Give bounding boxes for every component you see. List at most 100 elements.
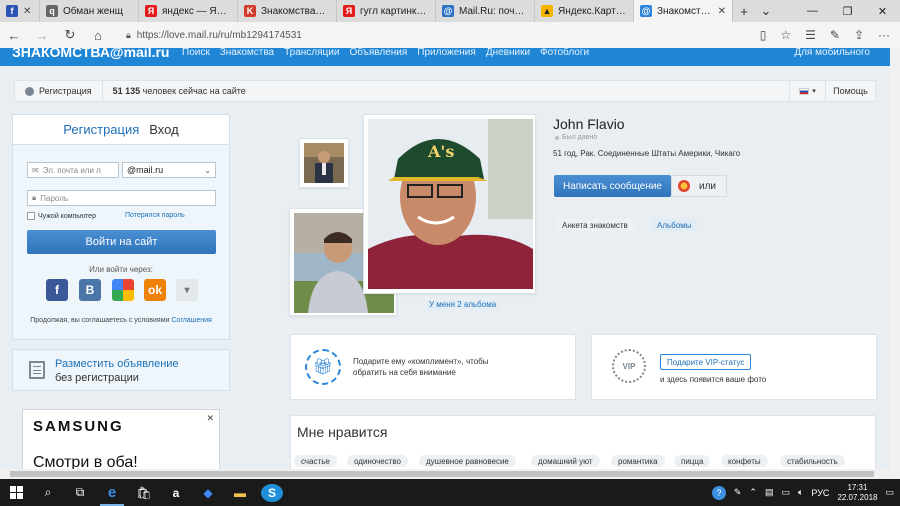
albums-link[interactable]: У меня 2 альбома: [427, 300, 499, 309]
horizontal-scrollbar[interactable]: [0, 469, 888, 479]
menu-item-photoblogs[interactable]: Фотоблоги: [540, 48, 589, 58]
volume-icon[interactable]: 🔈︎: [798, 487, 803, 498]
clock[interactable]: 17:31 22.07.2018: [837, 483, 877, 503]
like-chip[interactable]: домашний уют: [531, 455, 600, 467]
write-message-button[interactable]: Написать сообщение: [554, 175, 671, 197]
home-icon[interactable]: ⌂: [84, 28, 112, 43]
search-icon[interactable]: ⌕: [32, 479, 64, 506]
like-chip[interactable]: пицца: [674, 455, 711, 467]
tab-login[interactable]: Вход: [149, 122, 178, 137]
vertical-scrollbar[interactable]: [890, 48, 900, 478]
close-window-icon[interactable]: ✕: [865, 0, 900, 22]
more-icon[interactable]: ···: [878, 28, 890, 42]
dropbox-icon[interactable]: ◆: [192, 479, 224, 506]
amazon-icon[interactable]: a: [160, 479, 192, 506]
facebook-icon[interactable]: f: [46, 279, 68, 301]
password-field[interactable]: 🔒︎ Пароль: [27, 190, 216, 206]
help-icon[interactable]: ?: [711, 485, 726, 500]
browser-tab-active[interactable]: @ Знакомства@ ✕: [634, 0, 733, 22]
likes-title: Мне нравится: [297, 424, 388, 440]
like-chip[interactable]: счастье: [294, 455, 337, 467]
like-chip[interactable]: конфеты: [721, 455, 768, 467]
like-chip[interactable]: душевное равновесие: [419, 455, 516, 467]
favorite-star-icon[interactable]: ☆: [780, 28, 791, 42]
store-icon[interactable]: 🛍︎: [128, 479, 160, 506]
close-tab-icon[interactable]: ✕: [23, 6, 31, 17]
browser-tab[interactable]: f ✕: [0, 0, 40, 22]
profile-thumbnail-1[interactable]: [299, 138, 349, 188]
reading-view-icon[interactable]: ▯: [760, 28, 767, 42]
google-icon[interactable]: [112, 279, 134, 301]
battery-icon[interactable]: ▭: [781, 487, 790, 498]
chevron-down-icon[interactable]: ⌄: [755, 0, 777, 22]
browser-tab[interactable]: Я гугл картинки — Я: [337, 0, 436, 22]
site-sub-bar: Регистрация 51 135 человек сейчас на сай…: [14, 80, 876, 102]
new-tab-icon[interactable]: +: [733, 0, 755, 22]
foreign-pc-checkbox[interactable]: Чужой компьютер: [27, 212, 96, 220]
post-announcement-card[interactable]: Разместить объявление без регистрации: [12, 349, 230, 391]
windows-start-icon[interactable]: [0, 479, 32, 506]
close-ad-icon[interactable]: ✕: [206, 413, 214, 424]
pen-icon[interactable]: ✎: [734, 487, 742, 498]
site-favicon-icon: q: [46, 5, 58, 17]
login-submit-button[interactable]: Войти на сайт: [27, 230, 216, 254]
close-tab-icon[interactable]: ✕: [718, 6, 726, 17]
browser-tab[interactable]: q Обман женщ: [40, 0, 139, 22]
menu-item-diaries[interactable]: Дневники: [486, 48, 530, 58]
profile-main-photo[interactable]: A's: [363, 114, 536, 294]
forgot-password-link[interactable]: Потерялся пароль: [125, 212, 185, 219]
samsung-ad[interactable]: ✕ SAMSUNG Смотри в оба!: [22, 409, 220, 471]
menu-item-broadcasts[interactable]: Трансляции: [284, 48, 339, 58]
gift-button[interactable]: или: [671, 175, 727, 197]
email-field[interactable]: ✉ Эл. почта или л: [27, 162, 119, 178]
compliment-card[interactable]: 🎁︎ Подарите ему «комплимент», чтобы обра…: [290, 334, 576, 400]
last-seen-status: Был давно: [555, 134, 597, 141]
skype-icon[interactable]: S: [261, 483, 283, 502]
minimize-icon[interactable]: —: [795, 0, 830, 22]
favorites-icon[interactable]: ☰: [805, 28, 816, 42]
odnoklassniki-icon[interactable]: ok: [144, 279, 166, 301]
browser-tab[interactable]: K Знакомства@mail: [238, 0, 337, 22]
browser-tab[interactable]: @ Mail.Ru: почта, пои: [436, 0, 535, 22]
menu-item-apps[interactable]: Приложения: [417, 48, 476, 58]
offline-dot-icon: [555, 135, 559, 140]
refresh-icon[interactable]: ↻: [56, 27, 84, 43]
more-socials-chevron-icon[interactable]: ▾: [176, 279, 198, 301]
gift-vip-button[interactable]: Подарите VIP-статус: [660, 354, 752, 370]
file-explorer-icon[interactable]: ▬: [224, 479, 256, 506]
vk-icon[interactable]: В: [79, 279, 101, 301]
maximize-icon[interactable]: ❐: [830, 0, 865, 22]
terms-link[interactable]: Соглашения: [171, 317, 211, 324]
help-link[interactable]: Помощь: [825, 81, 875, 101]
back-icon[interactable]: ←: [0, 28, 28, 43]
menu-item-search[interactable]: Поиск: [182, 48, 210, 58]
menu-item-ads[interactable]: Объявления: [349, 48, 407, 58]
forward-icon[interactable]: →: [28, 28, 56, 43]
menu-item-dating[interactable]: Знакомства: [220, 48, 274, 58]
browser-tab[interactable]: ▲ Яндекс.Картинки:: [535, 0, 634, 22]
tab-albums[interactable]: Альбомы: [651, 219, 698, 231]
domain-select[interactable]: @mail.ru ⌄: [122, 162, 216, 178]
network-icon[interactable]: ▤: [765, 487, 774, 498]
like-chip[interactable]: романтика: [611, 455, 665, 467]
notifications-icon[interactable]: ▭: [885, 487, 894, 498]
tab-dating-profile[interactable]: Анкета знакомств: [556, 219, 634, 231]
chevron-up-icon[interactable]: ⌃: [749, 487, 757, 498]
edge-browser-icon[interactable]: e: [96, 479, 128, 506]
vip-card[interactable]: VIP Подарите VIP-статус и здесь появится…: [591, 334, 877, 400]
pen-icon[interactable]: ✎: [830, 28, 840, 42]
like-chip[interactable]: стабильность: [780, 455, 845, 467]
site-logo[interactable]: ЗНАКОМСТВА@mail.ru: [12, 48, 169, 60]
url-input[interactable]: 🔒︎ https://love.mail.ru/ru/mb1294174531: [120, 25, 760, 45]
share-icon[interactable]: ⇪: [854, 28, 864, 42]
tab-register[interactable]: Регистрация: [63, 122, 139, 137]
like-chip[interactable]: одиночество: [347, 455, 408, 467]
registration-link[interactable]: Регистрация: [15, 81, 103, 101]
mobile-link[interactable]: Для мобильного: [794, 48, 870, 58]
task-view-icon[interactable]: ⧉: [64, 479, 96, 506]
announcement-link[interactable]: Разместить объявление: [55, 358, 179, 370]
scrollbar-thumb[interactable]: [10, 471, 874, 477]
browser-tab[interactable]: Я яндекс — Яндекс:: [139, 0, 238, 22]
language-selector[interactable]: ▾: [789, 81, 825, 101]
language-indicator[interactable]: РУС: [811, 488, 829, 498]
